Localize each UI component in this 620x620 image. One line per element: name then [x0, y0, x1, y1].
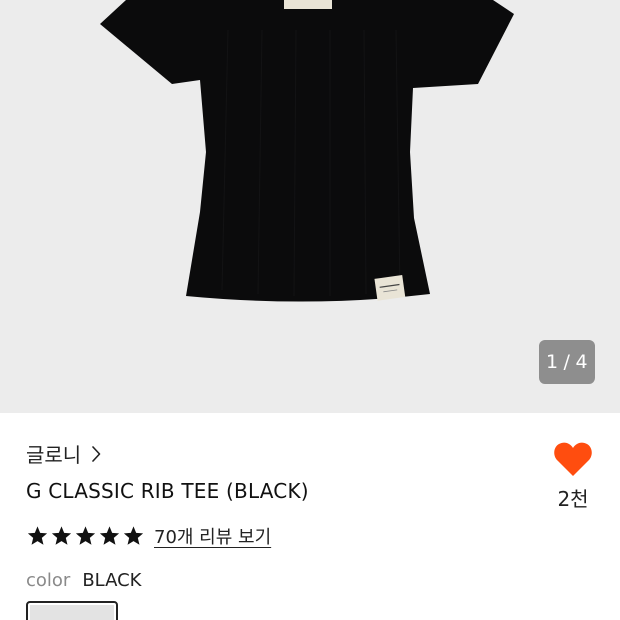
color-label: color [26, 570, 71, 591]
review-link[interactable]: 70개 리뷰 보기 [154, 523, 271, 549]
color-swatch-black[interactable] [26, 601, 118, 620]
star-rating [26, 525, 146, 547]
product-title: G CLASSIC RIB TEE (BLACK) [26, 479, 309, 503]
product-image-gallery[interactable]: 1 / 4 [0, 0, 620, 413]
product-info: 글로니 G CLASSIC RIB TEE (BLACK) 2천 70개 리뷰 … [0, 413, 620, 620]
star-icon [27, 526, 48, 545]
star-icon [75, 526, 96, 545]
rating-row: 70개 리뷰 보기 [26, 523, 271, 549]
page-separator: / [563, 351, 571, 373]
color-value: BLACK [82, 570, 142, 591]
star-icon [51, 526, 72, 545]
star-icon [123, 526, 144, 545]
chevron-right-icon [92, 445, 101, 462]
swatch-thumbnail [30, 605, 114, 620]
image-page-counter: 1 / 4 [539, 340, 595, 384]
brand-name: 글로니 [26, 443, 82, 467]
heart-icon [554, 442, 592, 476]
brand-link[interactable]: 글로니 [26, 439, 101, 468]
color-row: color BLACK [26, 570, 142, 591]
like-count: 2천 [557, 487, 589, 511]
product-image [100, 0, 514, 302]
total-pages: 4 [575, 351, 589, 373]
current-page: 1 [545, 351, 559, 373]
like-button[interactable]: 2천 [548, 441, 598, 512]
swatch-shirt-thumbnail [30, 605, 118, 620]
star-icon [99, 526, 120, 545]
